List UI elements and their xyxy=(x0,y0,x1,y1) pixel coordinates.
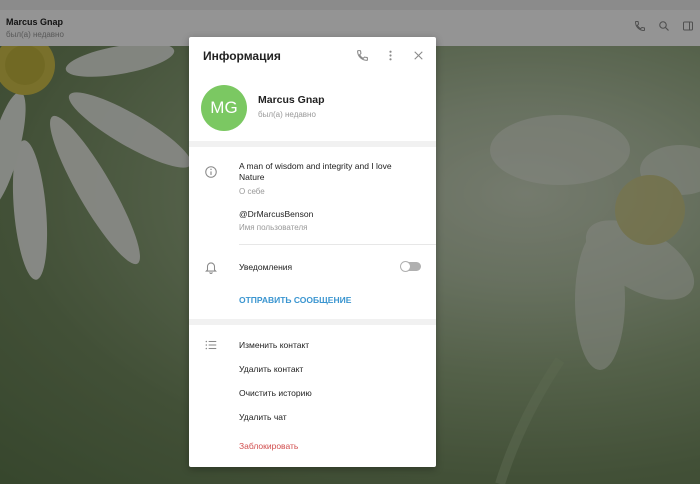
edit-contact-button[interactable]: Изменить контакт xyxy=(239,340,309,350)
close-icon[interactable] xyxy=(412,49,426,63)
contact-info-modal: Информация MG Marcus Gnap был(а) недавно… xyxy=(189,37,436,467)
list-icon xyxy=(204,338,218,352)
notifications-label: Уведомления xyxy=(239,262,293,272)
send-message-button[interactable]: ОТПРАВИТЬ СООБЩЕНИЕ xyxy=(239,295,351,305)
profile-status: был(а) недавно xyxy=(258,110,316,119)
avatar[interactable]: MG xyxy=(201,85,247,131)
clear-history-button[interactable]: Очистить историю xyxy=(239,388,312,398)
delete-chat-button[interactable]: Удалить чат xyxy=(239,412,287,422)
modal-title: Информация xyxy=(203,49,281,63)
notifications-toggle[interactable] xyxy=(400,261,421,272)
toggle-knob xyxy=(400,261,411,272)
more-vertical-icon[interactable] xyxy=(384,49,398,63)
divider xyxy=(239,244,436,245)
username-label: Имя пользователя xyxy=(239,223,308,232)
profile-name: Marcus Gnap xyxy=(258,94,325,106)
phone-icon[interactable] xyxy=(356,49,370,63)
info-icon xyxy=(204,165,218,179)
bio-text: A man of wisdom and integrity and I love… xyxy=(239,161,392,182)
section-separator xyxy=(189,319,436,325)
delete-contact-button[interactable]: Удалить контакт xyxy=(239,364,303,374)
bell-icon xyxy=(204,260,218,274)
block-button[interactable]: Заблокировать xyxy=(239,441,298,451)
bio-label: О себе xyxy=(239,187,265,196)
section-separator xyxy=(189,141,436,147)
modal-actions xyxy=(356,49,426,63)
avatar-initials: MG xyxy=(210,98,238,117)
username-value[interactable]: @DrMarcusBenson xyxy=(239,209,313,220)
